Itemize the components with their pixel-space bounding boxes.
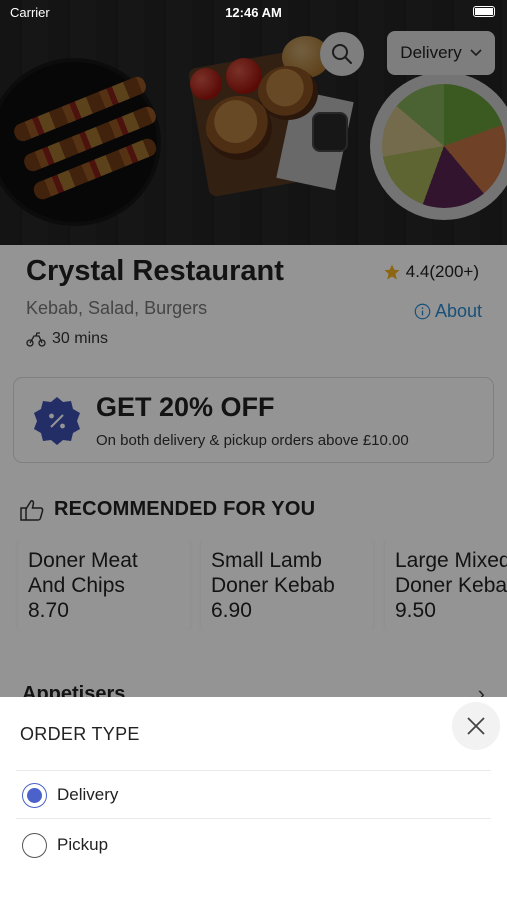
option-delivery[interactable]: Delivery <box>22 777 118 813</box>
battery-icon <box>473 6 495 17</box>
divider <box>16 818 491 819</box>
sheet-title: ORDER TYPE <box>20 724 140 744</box>
clock: 12:46 AM <box>225 5 282 20</box>
option-pickup-label: Pickup <box>57 835 109 854</box>
divider <box>16 770 491 771</box>
modal-backdrop[interactable] <box>0 0 507 697</box>
radio-pickup[interactable] <box>22 832 47 858</box>
radio-delivery[interactable] <box>22 782 47 808</box>
option-delivery-label: Delivery <box>57 785 119 804</box>
order-type-sheet: ORDER TYPE Delivery Pickup <box>0 697 507 900</box>
option-pickup[interactable]: Pickup <box>22 827 108 863</box>
close-button[interactable] <box>452 702 500 750</box>
status-bar: Carrier 12:46 AM <box>0 0 507 24</box>
close-icon <box>467 717 485 735</box>
